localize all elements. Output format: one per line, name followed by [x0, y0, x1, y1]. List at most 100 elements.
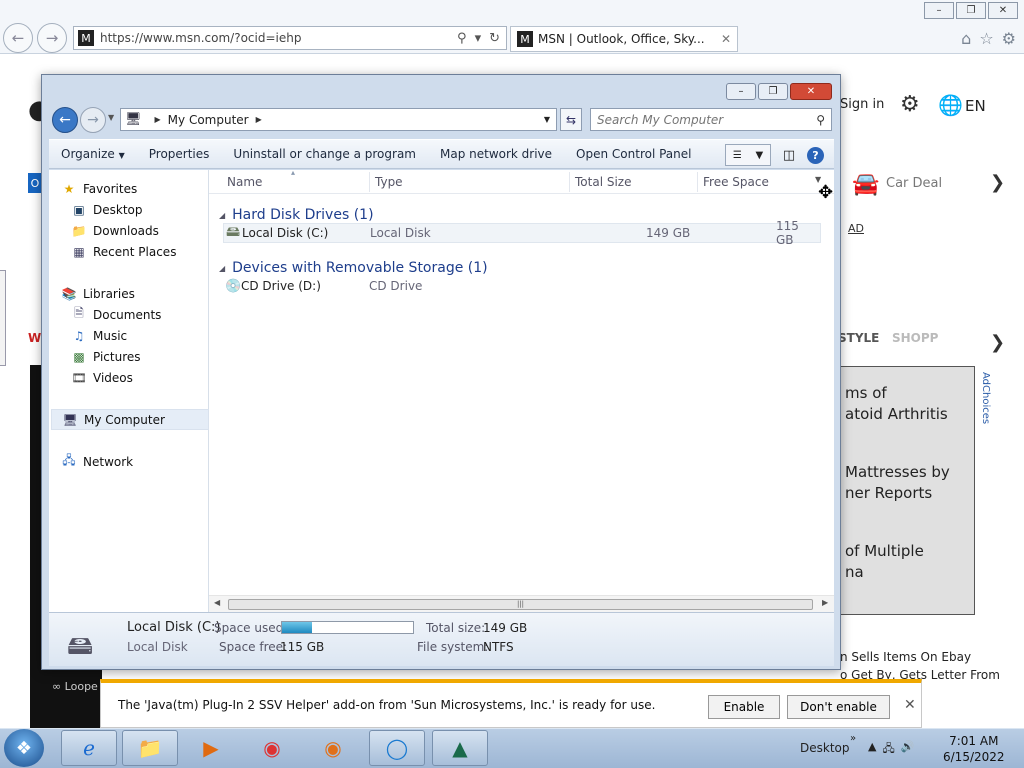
nav-pictures[interactable]: ▩ Pictures	[71, 346, 229, 367]
star-icon[interactable]: ☆	[979, 29, 993, 48]
dont-enable-button[interactable]: Don't enable	[787, 695, 890, 719]
browser-maximize-button[interactable]: ❐	[956, 2, 986, 19]
nav-recent-places[interactable]: ▦ Recent Places	[71, 241, 229, 262]
address-url[interactable]: https://www.msn.com/?ocid=iehp	[100, 31, 457, 45]
group-removable-storage[interactable]: ◢ Devices with Removable Storage (1)	[219, 260, 488, 276]
scroll-right-icon[interactable]: ▶	[822, 598, 828, 607]
car-icon[interactable]: 🚘	[852, 172, 879, 197]
show-hidden-icons-icon[interactable]: ▲	[868, 740, 876, 759]
explorer-close-button[interactable]: ✕	[790, 83, 832, 100]
organize-button[interactable]: Organize ▼	[49, 147, 134, 161]
dropdown-icon[interactable]: ▾	[475, 31, 482, 46]
nav-network[interactable]: 🖧 Network	[61, 451, 219, 472]
nav-favorites[interactable]: ★ Favorites	[61, 178, 219, 199]
nav-videos[interactable]: 🎞 Videos	[71, 367, 229, 388]
taskbar-media-button[interactable]: ▶	[183, 730, 239, 766]
explorer-search-input[interactable]	[597, 112, 817, 127]
home-icon[interactable]: ⌂	[961, 29, 971, 48]
car-deals-link[interactable]: Car Deal	[886, 176, 942, 191]
address-dropdown-icon[interactable]: ▼	[544, 115, 550, 124]
uninstall-program-button[interactable]: Uninstall or change a program	[224, 147, 425, 161]
help-icon[interactable]: ?	[807, 146, 824, 164]
enable-button[interactable]: Enable	[708, 695, 780, 719]
explorer-minimize-button[interactable]: –	[726, 83, 756, 100]
clock[interactable]: 7:01 AM 6/15/2022	[943, 733, 1005, 765]
explorer-address-bar[interactable]: 🖥 ▶ My Computer ▶ ▼	[120, 108, 557, 131]
taskbar-ie-button[interactable]: ℯ	[61, 730, 117, 766]
nav-shopping[interactable]: SHOPP	[892, 331, 938, 345]
taskbar-chrome-button[interactable]: ◉	[244, 730, 300, 766]
nav-music[interactable]: ♫ Music	[71, 325, 229, 346]
nav-desktop[interactable]: ▣ Desktop	[71, 199, 229, 220]
gear-icon[interactable]: ⚙	[1002, 29, 1016, 48]
refresh-icon[interactable]: ↻	[489, 31, 500, 46]
explorer-search-box[interactable]: ⚲	[590, 108, 832, 131]
language-label[interactable]: EN	[965, 97, 986, 115]
collapse-icon[interactable]: ◢	[219, 264, 225, 273]
address-bar[interactable]: M https://www.msn.com/?ocid=iehp ⚲ ▾ ↻	[73, 26, 507, 50]
nav-documents[interactable]: 🗎 Documents	[71, 304, 229, 325]
group-hard-disk-drives[interactable]: ◢ Hard Disk Drives (1)	[219, 207, 374, 223]
change-view-button[interactable]: ☰ ▼	[725, 144, 771, 166]
breadcrumb-arrow-icon[interactable]: ▶	[256, 115, 262, 124]
open-control-panel-button[interactable]: Open Control Panel	[567, 147, 700, 161]
column-name[interactable]: Name	[227, 175, 262, 193]
ad-label[interactable]: AD	[848, 222, 864, 235]
loop-panel[interactable]: ∞ Loope	[42, 670, 102, 730]
taskbar-explorer-button[interactable]: 📁	[122, 730, 178, 766]
nav-my-computer[interactable]: 🖥 My Computer	[51, 409, 209, 430]
browser-minimize-button[interactable]: –	[924, 2, 954, 19]
column-divider[interactable]	[697, 172, 698, 192]
recent-pages-dropdown-icon[interactable]: ▼	[108, 113, 114, 122]
toolbar-chevron-icon[interactable]: »	[850, 733, 856, 744]
explorer-maximize-button[interactable]: ❐	[758, 83, 788, 100]
column-divider[interactable]	[569, 172, 570, 192]
details-pane: 🖴 Local Disk (C:) Local Disk Space used:…	[49, 612, 834, 666]
browser-back-icon[interactable]: ←	[3, 23, 33, 53]
ad-box[interactable]: ms of atoid Arthritis Mattresses by ner …	[838, 366, 975, 615]
properties-button[interactable]: Properties	[140, 147, 219, 161]
chevron-right-icon[interactable]: ❯	[990, 172, 1005, 193]
outlook-icon[interactable]: O	[28, 173, 42, 193]
explorer-refresh-icon[interactable]: ⇆	[560, 108, 582, 131]
breadcrumb[interactable]: My Computer	[168, 113, 249, 127]
nav-label: Pictures	[93, 349, 141, 364]
breadcrumb-arrow-icon[interactable]: ▶	[155, 115, 161, 124]
map-network-drive-button[interactable]: Map network drive	[431, 147, 561, 161]
nav-downloads[interactable]: 📁 Downloads	[71, 220, 229, 241]
taskbar-firefox-button[interactable]: ◉	[305, 730, 361, 766]
browser-tab[interactable]: M MSN | Outlook, Office, Sky... ✕	[510, 26, 738, 52]
chevron-right-icon[interactable]: ❯	[990, 332, 1005, 353]
horizontal-scrollbar[interactable]: ◀ ||| ▶	[209, 595, 834, 612]
scrollbar-thumb[interactable]: |||	[228, 599, 813, 610]
column-total-size[interactable]: Total Size	[575, 175, 631, 193]
collapse-icon[interactable]: ◢	[219, 211, 225, 220]
drive-row-cd-drive[interactable]: 💿 CD Drive (D:) CD Drive	[223, 276, 821, 296]
scroll-left-icon[interactable]: ◀	[214, 598, 220, 607]
explorer-forward-icon[interactable]: →	[80, 107, 106, 133]
column-divider[interactable]	[369, 172, 370, 192]
adchoices-label[interactable]: AdChoices	[980, 372, 991, 424]
volume-icon[interactable]: 🔊	[901, 740, 915, 759]
settings-gear-icon[interactable]: ⚙	[900, 92, 920, 117]
explorer-back-icon[interactable]: ←	[52, 107, 78, 133]
column-free-space[interactable]: Free Space	[703, 175, 769, 193]
start-button[interactable]: ❖	[4, 729, 44, 767]
column-type[interactable]: Type	[375, 175, 403, 193]
taskbar-app-button[interactable]: ▲	[432, 730, 488, 766]
network-tray-icon[interactable]: 🖧	[882, 740, 894, 759]
desktop-toolbar-label[interactable]: Desktop	[800, 741, 850, 755]
close-icon[interactable]: ✕	[904, 697, 916, 713]
globe-icon[interactable]: 🌐	[938, 93, 963, 117]
browser-forward-icon[interactable]: →	[37, 23, 67, 53]
drive-row-local-disk[interactable]: 🖴 Local Disk (C:) Local Disk 149 GB 115 …	[223, 219, 821, 247]
taskbar-quicktime-button[interactable]: ◯	[369, 730, 425, 766]
search-icon[interactable]: ⚲	[457, 31, 467, 46]
tab-close-icon[interactable]: ✕	[721, 32, 731, 46]
preview-pane-icon[interactable]: ◫	[777, 144, 801, 166]
nav-libraries[interactable]: 📚 Libraries	[61, 283, 219, 304]
search-icon[interactable]: ⚲	[816, 113, 825, 127]
browser-close-button[interactable]: ✕	[988, 2, 1018, 19]
nav-style[interactable]: STYLE	[838, 331, 879, 345]
msn-sign-in[interactable]: Sign in	[840, 97, 884, 112]
